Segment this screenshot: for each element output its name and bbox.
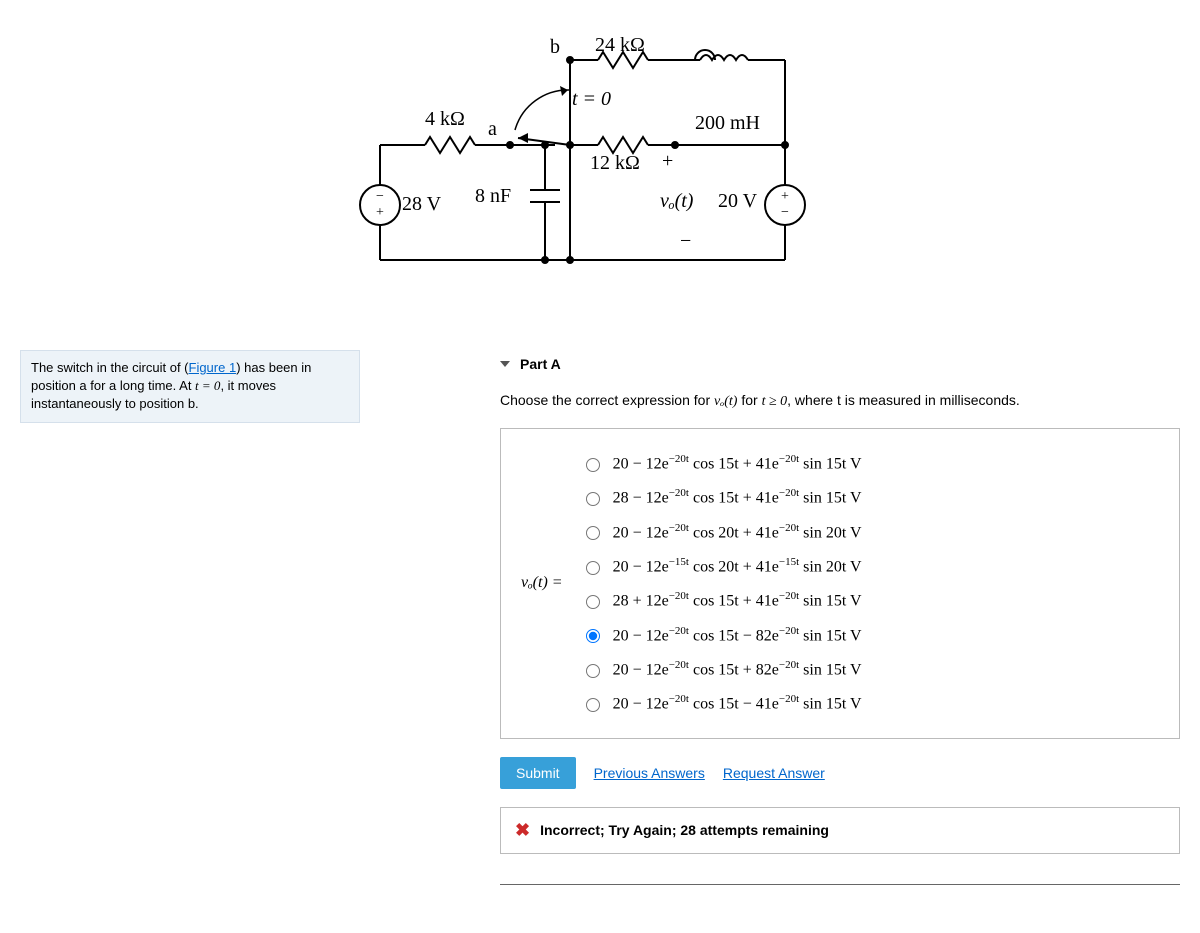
instruction-suffix: , where t is measured in milliseconds. <box>787 392 1020 408</box>
option-4[interactable]: 28 + 12e−20t cos 15t + 41e−20t sin 15t V <box>581 590 862 610</box>
previous-answers-link[interactable]: Previous Answers <box>594 765 705 781</box>
options-list: 20 − 12e−20t cos 15t + 41e−20t sin 15t V… <box>581 453 862 714</box>
option-radio-4[interactable] <box>586 595 600 609</box>
divider <box>500 884 1180 885</box>
problem-statement: The switch in the circuit of (Figure 1) … <box>20 350 360 423</box>
option-3[interactable]: 20 − 12e−15t cos 20t + 41e−15t sin 20t V <box>581 556 862 576</box>
label-node-a: a <box>488 118 497 141</box>
label-r-mid: 12 kΩ <box>590 152 640 175</box>
svg-text:+: + <box>376 205 384 220</box>
instruction-cond: t ≥ 0 <box>762 394 788 409</box>
option-radio-3[interactable] <box>586 561 600 575</box>
svg-text:−: − <box>781 205 789 220</box>
part-label: Part A <box>520 356 561 372</box>
label-plus-vo: + <box>662 150 673 173</box>
option-radio-6[interactable] <box>586 664 600 678</box>
option-0[interactable]: 20 − 12e−20t cos 15t + 41e−20t sin 15t V <box>581 453 862 473</box>
option-2[interactable]: 20 − 12e−20t cos 20t + 41e−20t sin 20t V <box>581 522 862 542</box>
part-header[interactable]: Part A <box>500 350 1180 378</box>
label-node-b: b <box>550 36 560 59</box>
label-vsrc-right: 20 V <box>718 190 757 213</box>
option-label-7: 20 − 12e−20t cos 15t − 41e−20t sin 15t V <box>613 693 862 713</box>
submit-button[interactable]: Submit <box>500 757 576 789</box>
option-radio-5[interactable] <box>586 629 600 643</box>
feedback-box: ✖ Incorrect; Try Again; 28 attempts rema… <box>500 807 1180 854</box>
option-label-1: 28 − 12e−20t cos 15t + 41e−20t sin 15t V <box>613 487 862 507</box>
svg-text:−: − <box>376 189 384 204</box>
option-radio-0[interactable] <box>586 458 600 472</box>
option-label-4: 28 + 12e−20t cos 15t + 41e−20t sin 15t V <box>613 590 862 610</box>
option-label-3: 20 − 12e−15t cos 20t + 41e−15t sin 20t V <box>613 556 862 576</box>
answer-lhs: vₒ(t) = <box>521 574 563 592</box>
option-label-2: 20 − 12e−20t cos 20t + 41e−20t sin 20t V <box>613 522 862 542</box>
incorrect-x-icon: ✖ <box>515 820 530 841</box>
label-vo: vₒ(t) <box>660 190 693 213</box>
feedback-text: Incorrect; Try Again; 28 attempts remain… <box>540 822 829 838</box>
option-label-6: 20 − 12e−20t cos 15t + 82e−20t sin 15t V <box>613 659 862 679</box>
label-cap: 8 nF <box>475 185 511 208</box>
label-switch-time: t = 0 <box>572 88 611 111</box>
caret-down-icon <box>500 361 510 367</box>
label-r1: 4 kΩ <box>425 108 465 131</box>
svg-text:+: + <box>781 189 789 204</box>
option-radio-7[interactable] <box>586 698 600 712</box>
label-inductor: 200 mH <box>695 112 760 135</box>
request-answer-link[interactable]: Request Answer <box>723 765 825 781</box>
circuit-diagram: − + + − 4 kΩ a b 24 kΩ t = 0 12 kΩ 200 m… <box>340 30 860 300</box>
option-label-5: 20 − 12e−20t cos 15t − 82e−20t sin 15t V <box>613 625 862 645</box>
option-radio-1[interactable] <box>586 492 600 506</box>
option-radio-2[interactable] <box>586 526 600 540</box>
instruction: Choose the correct expression for vₒ(t) … <box>500 392 1180 410</box>
instruction-mid: for <box>737 392 761 408</box>
label-minus-vo: − <box>680 230 691 253</box>
instruction-prefix: Choose the correct expression for <box>500 392 714 408</box>
option-7[interactable]: 20 − 12e−20t cos 15t − 41e−20t sin 15t V <box>581 693 862 713</box>
problem-time-expr: t = 0 <box>195 378 220 393</box>
option-label-0: 20 − 12e−20t cos 15t + 41e−20t sin 15t V <box>613 453 862 473</box>
figure-link[interactable]: Figure 1 <box>189 360 237 375</box>
option-6[interactable]: 20 − 12e−20t cos 15t + 82e−20t sin 15t V <box>581 659 862 679</box>
problem-text-prefix: The switch in the circuit of ( <box>31 360 189 375</box>
option-1[interactable]: 28 − 12e−20t cos 15t + 41e−20t sin 15t V <box>581 487 862 507</box>
answer-box: vₒ(t) = 20 − 12e−20t cos 15t + 41e−20t s… <box>500 428 1180 739</box>
label-vsrc-left: 28 V <box>402 193 441 216</box>
instruction-vo: vₒ(t) <box>714 394 737 409</box>
option-5[interactable]: 20 − 12e−20t cos 15t − 82e−20t sin 15t V <box>581 625 862 645</box>
label-r-top: 24 kΩ <box>595 34 645 57</box>
